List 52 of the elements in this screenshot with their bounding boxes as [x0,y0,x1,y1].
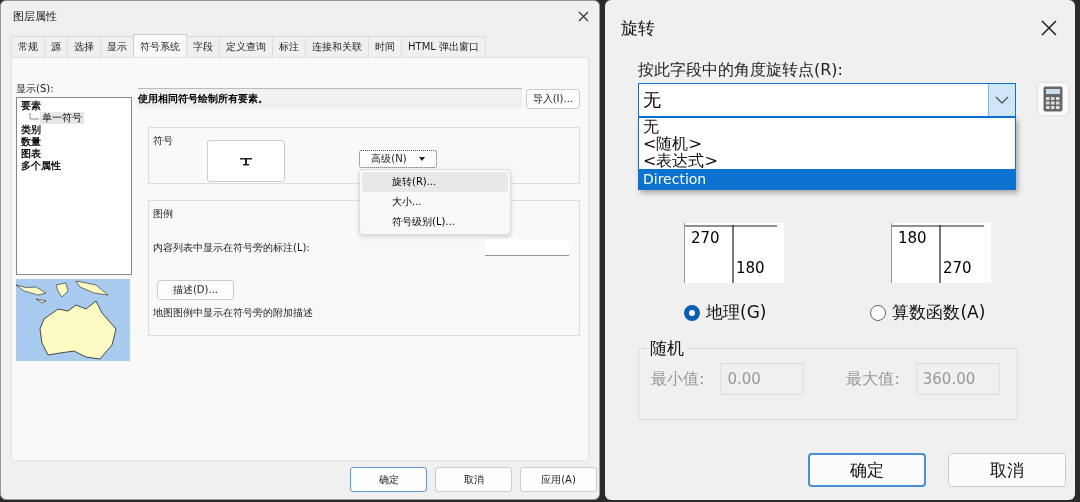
window-title: 图层属性 [13,8,57,24]
dropdown-option[interactable]: Direction [639,169,1015,189]
description-field: 使用相同符号绘制所有要素。 [138,88,522,109]
tree-item[interactable]: 类别 [21,124,127,136]
group-title: 图例 [152,207,174,221]
radio-option[interactable]: 算数函数(A) [870,301,986,324]
tab[interactable]: 常规 [11,36,45,57]
dialog-button[interactable]: 取消 [948,453,1066,487]
tab[interactable]: 符号系统 [133,34,187,57]
tab[interactable]: HTML 弹出窗口 [401,36,486,57]
radio-option[interactable]: 地理(G) [684,301,767,324]
chevron-down-icon [995,96,1009,104]
angle-label: 270 [691,229,720,247]
menu-item[interactable]: 旋转(R)... [362,172,508,192]
hint-text: 地图图例中显示在符号旁的附加描述 [152,306,314,320]
dialog-button[interactable]: 应用(A) [520,467,597,492]
close-icon[interactable] [1041,20,1057,36]
tree-item[interactable]: 单一符号 [40,112,84,124]
angle-label: 180 [898,229,927,247]
label-field[interactable] [485,239,569,256]
tab[interactable]: 字段 [186,36,220,57]
group-title: 符号 [152,134,174,148]
menu-item[interactable]: 大小... [362,192,508,212]
menu-item[interactable]: 符号级别(L)... [362,212,508,232]
tree-item[interactable]: 数量 [21,136,127,148]
show-label: 显示(S): [16,82,55,96]
describe-button[interactable]: 描述(D)... [157,280,234,300]
angle-label: 180 [736,259,765,277]
group-title: 随机 [647,337,687,360]
caret-icon [418,157,425,161]
tree-item[interactable]: 多个属性 [21,160,127,172]
field-label: 最大值: [846,368,900,390]
field-label: 内容列表中显示在符号旁的标注(L): [153,240,310,255]
dialog-button[interactable]: 取消 [435,467,512,492]
calculator-icon [1043,86,1063,112]
import-button[interactable]: 导入(I)... [525,88,580,109]
window-title: 旋转 [621,16,655,40]
tree-connector-icon [29,113,39,123]
dialog-button[interactable]: 确定 [350,467,427,492]
angle-label: 270 [943,259,972,277]
dropdown-option[interactable]: 无 [639,118,1015,135]
tree-item[interactable]: 图表 [21,148,127,160]
dropdown-option[interactable]: <随机> [639,135,1015,152]
field-label: 按此字段中的角度旋转点(R): [638,60,844,81]
advanced-button[interactable]: 高级(N) [359,150,437,168]
calculator-button[interactable] [1038,83,1068,115]
field-dropdown[interactable]: 无 [638,83,1016,117]
close-icon[interactable] [578,10,589,22]
dialog-button[interactable]: 确定 [808,453,926,487]
field-label: 最小值: [651,368,705,390]
dropdown-option[interactable]: <表达式> [639,152,1015,169]
tree-item[interactable]: 要素 [21,100,127,112]
